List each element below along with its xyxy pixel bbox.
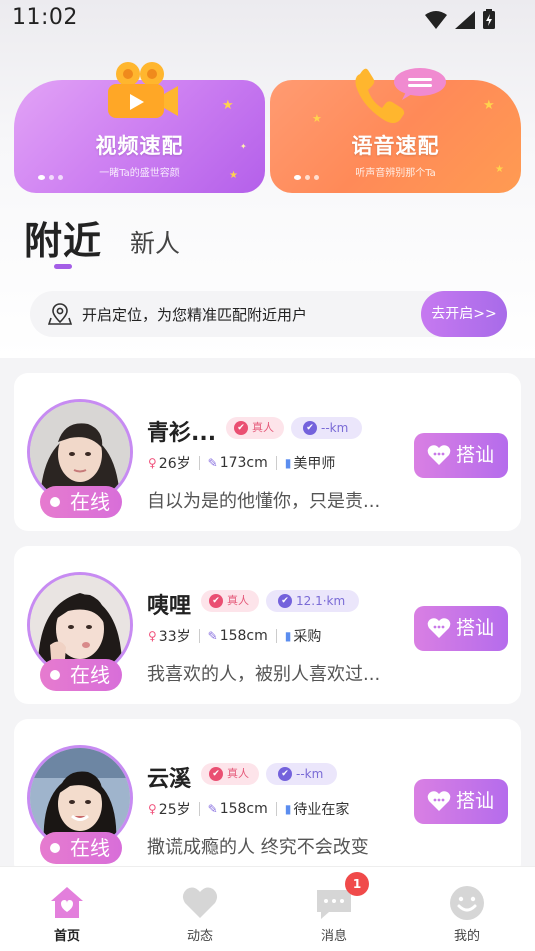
- user-age: 33岁: [158, 629, 191, 645]
- voice-match-banner[interactable]: ★ ★ ★ 语音速配 听声音辨别那个Ta: [270, 68, 521, 193]
- user-job: 采购: [293, 629, 322, 645]
- user-bio: 我喜欢的人，被别人喜欢过...: [147, 664, 381, 685]
- greet-button-label: 搭讪: [456, 444, 495, 466]
- online-status-badge: 在线: [40, 486, 122, 518]
- location-bar: 开启定位，为您精准匹配附近用户 去开启>>: [30, 291, 507, 337]
- nav-home[interactable]: 首页: [17, 867, 117, 951]
- user-card[interactable]: 在线 咦哩 真人 12.1·km ♀ 33岁 ✎ 158cm ▮ 采购 我喜欢的…: [14, 546, 521, 704]
- phone-icon: [355, 68, 446, 123]
- user-info-row: ♀ 33岁 ✎ 158cm ▮ 采购: [148, 626, 321, 646]
- distance-tag: 12.1·km: [266, 590, 360, 612]
- user-bio: 自以为是的他懂你，只是责...: [147, 491, 381, 512]
- location-prompt-text: 开启定位，为您精准匹配附近用户: [82, 306, 308, 324]
- banner-dots: [38, 175, 63, 180]
- user-bio: 撒谎成瘾的人 终究不会改变: [147, 837, 369, 858]
- user-job: 待业在家: [293, 802, 350, 818]
- bottom-nav: 首页 动态 1 消息 我的: [0, 866, 535, 951]
- user-card[interactable]: 在线 云溪 真人 --km ♀ 25岁 ✎ 158cm ▮ 待业在家 撒谎成瘾的…: [14, 719, 521, 877]
- nav-messages-label: 消息: [320, 929, 347, 944]
- greet-button[interactable]: 搭讪: [414, 779, 508, 824]
- ruler-icon: ✎: [207, 629, 218, 643]
- tab-indicator: [54, 264, 72, 269]
- star-icon: ★: [312, 112, 322, 125]
- user-name: 咦哩: [147, 594, 192, 619]
- star-icon: ★: [222, 98, 234, 113]
- video-camera-icon: [108, 62, 178, 118]
- user-height: 173cm: [219, 455, 268, 471]
- nav-home-label: 首页: [53, 929, 80, 944]
- user-name: 青衫...: [147, 421, 217, 446]
- ruler-icon: ✎: [207, 802, 218, 816]
- user-job: 美甲师: [293, 456, 336, 472]
- signal-icon: [455, 11, 475, 29]
- video-match-banner[interactable]: ★ ★ ✦ 视频速配 一睹Ta的盛世容颜: [14, 62, 265, 193]
- greet-button-label: 搭讪: [456, 617, 495, 639]
- unread-count-badge: 1: [345, 872, 369, 896]
- verified-real-tag: 真人: [226, 417, 284, 439]
- nav-messages[interactable]: 1 消息: [284, 867, 384, 951]
- user-card[interactable]: 在线 青衫... 真人 --km ♀ 26岁 ✎ 173cm ▮ 美甲师 自以为…: [14, 373, 521, 531]
- heart-chat-icon: [427, 618, 451, 638]
- user-age: 25岁: [158, 802, 191, 818]
- distance-tag: --km: [266, 763, 338, 785]
- user-age: 26岁: [158, 456, 191, 472]
- user-info-row: ♀ 25岁 ✎ 158cm ▮ 待业在家: [148, 799, 349, 819]
- verified-real-tag: 真人: [201, 590, 259, 612]
- verified-real-tag: 真人: [201, 763, 259, 785]
- female-icon: ♀: [148, 629, 157, 643]
- greet-button[interactable]: 搭讪: [414, 433, 508, 478]
- greet-button-label: 搭讪: [456, 790, 495, 812]
- nav-profile-label: 我的: [453, 929, 480, 944]
- video-match-title: 视频速配: [95, 134, 184, 158]
- user-info-row: ♀ 26岁 ✎ 173cm ▮ 美甲师: [148, 453, 335, 473]
- nav-moments[interactable]: 动态: [150, 867, 250, 951]
- home-icon: [51, 887, 83, 918]
- smiley-icon: [450, 886, 484, 920]
- battery-icon: [483, 9, 495, 29]
- wifi-icon: [425, 11, 447, 29]
- tie-icon: ▮: [284, 629, 292, 643]
- online-status-badge: 在线: [40, 832, 122, 864]
- nav-profile[interactable]: 我的: [417, 867, 517, 951]
- status-bar: 11:02: [0, 0, 535, 38]
- tab-new[interactable]: 新人: [130, 224, 180, 260]
- heart-chat-icon: [427, 445, 451, 465]
- status-icons: [425, 9, 495, 29]
- enable-location-button[interactable]: 去开启>>: [421, 291, 507, 337]
- status-time: 11:02: [12, 5, 78, 30]
- ruler-icon: ✎: [207, 456, 218, 470]
- voice-match-title: 语音速配: [351, 134, 440, 158]
- user-height: 158cm: [219, 801, 268, 817]
- heart-icon: [182, 887, 218, 918]
- tie-icon: ▮: [284, 456, 292, 470]
- female-icon: ♀: [148, 456, 157, 470]
- user-height: 158cm: [219, 628, 268, 644]
- tie-icon: ▮: [284, 802, 292, 816]
- banner-dots: [294, 175, 319, 180]
- location-pin-icon: [48, 303, 72, 325]
- online-status-badge: 在线: [40, 659, 122, 691]
- distance-tag: --km: [291, 417, 363, 439]
- user-name: 云溪: [147, 767, 192, 792]
- heart-chat-icon: [427, 791, 451, 811]
- nav-moments-label: 动态: [186, 929, 213, 944]
- tab-nearby[interactable]: 附近: [24, 210, 102, 265]
- female-icon: ♀: [148, 802, 157, 816]
- star-icon: ★: [483, 98, 495, 113]
- greet-button[interactable]: 搭讪: [414, 606, 508, 651]
